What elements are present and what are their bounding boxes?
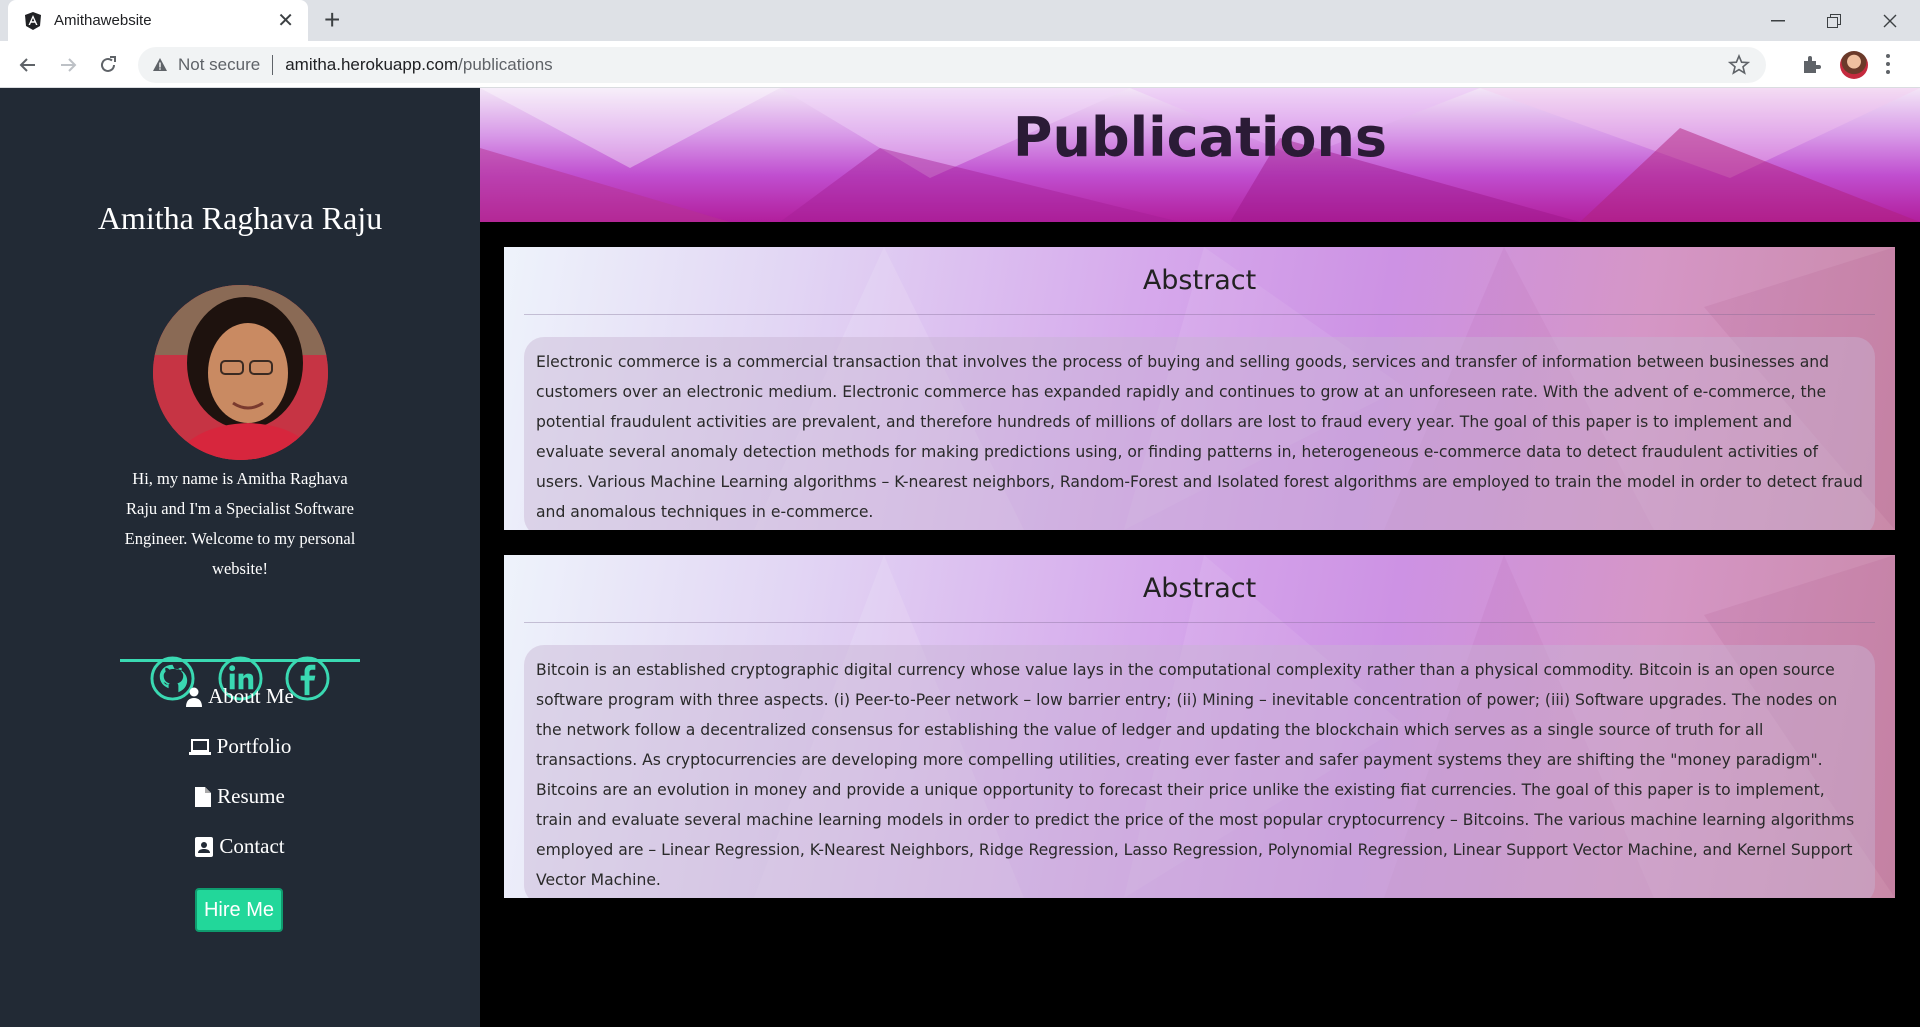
sidebar-divider — [120, 659, 360, 662]
profile-photo — [153, 285, 328, 460]
abstract-text: Bitcoin is an established cryptographic … — [524, 645, 1875, 898]
bookmark-star-icon[interactable] — [1728, 54, 1750, 76]
hire-me-button[interactable]: Hire Me — [195, 888, 283, 932]
laptop-icon — [188, 738, 211, 755]
contact-card-icon — [195, 836, 214, 857]
publication-card: Abstract Electronic commerce is a commer… — [504, 247, 1895, 530]
minimize-icon[interactable] — [1750, 0, 1806, 41]
card-divider — [524, 622, 1875, 623]
warning-icon — [153, 58, 167, 71]
nav-contact-label: Contact — [219, 834, 285, 858]
page-banner: Publications — [480, 88, 1920, 222]
forward-icon[interactable] — [54, 51, 82, 79]
user-icon — [186, 687, 203, 707]
omnibox-separator — [272, 55, 274, 75]
back-icon[interactable] — [14, 51, 42, 79]
url-path: /publications — [458, 55, 553, 74]
nav-resume-label: Resume — [217, 784, 285, 808]
main-content: Publications Abstract Electronic commerc… — [480, 88, 1920, 1027]
restore-icon[interactable] — [1806, 0, 1862, 41]
page-title: Publications — [1012, 106, 1388, 169]
nav-portfolio-label: Portfolio — [216, 734, 292, 758]
browser-menu-icon[interactable] — [1884, 52, 1892, 76]
nav-about-me[interactable]: About Me — [0, 684, 480, 709]
browser-toolbar: Not secure amitha.herokuapp.com/publicat… — [0, 41, 1920, 88]
card-divider — [524, 314, 1875, 315]
angular-icon — [25, 11, 41, 30]
browser-tab[interactable]: Amithawebsite ✕ — [8, 0, 308, 41]
intro-text: Hi, my name is Amitha Raghava Raju and I… — [124, 469, 356, 578]
card-title: Abstract — [1142, 573, 1257, 604]
browser-tab-bar: Amithawebsite ✕ + — [0, 0, 1920, 41]
security-label: Not secure — [178, 55, 261, 74]
publication-card: Abstract Bitcoin is an established crypt… — [504, 555, 1895, 898]
nav-portfolio[interactable]: Portfolio — [0, 734, 480, 759]
close-tab-icon[interactable]: ✕ — [277, 11, 294, 31]
new-tab-icon[interactable]: + — [324, 6, 340, 34]
address-bar[interactable]: Not secure amitha.herokuapp.com/publicat… — [138, 47, 1766, 83]
sidebar: Amitha Raghava Raju Hi, my name is Amith… — [0, 88, 480, 1027]
profile-avatar[interactable] — [1840, 51, 1868, 79]
abstract-text: Electronic commerce is a commercial tran… — [524, 337, 1875, 530]
reload-icon[interactable] — [94, 51, 122, 79]
file-icon — [195, 786, 212, 807]
card-title: Abstract — [1142, 265, 1257, 296]
extensions-icon[interactable] — [1800, 53, 1822, 75]
nav-resume[interactable]: Resume — [0, 784, 480, 809]
nav-contact[interactable]: Contact — [0, 834, 480, 859]
owner-name: Amitha Raghava Raju — [97, 200, 383, 236]
close-window-icon[interactable] — [1862, 0, 1918, 41]
tab-title: Amithawebsite — [54, 12, 152, 29]
nav-about-me-label: About Me — [208, 684, 294, 708]
url-host: amitha.herokuapp.com — [285, 55, 459, 74]
